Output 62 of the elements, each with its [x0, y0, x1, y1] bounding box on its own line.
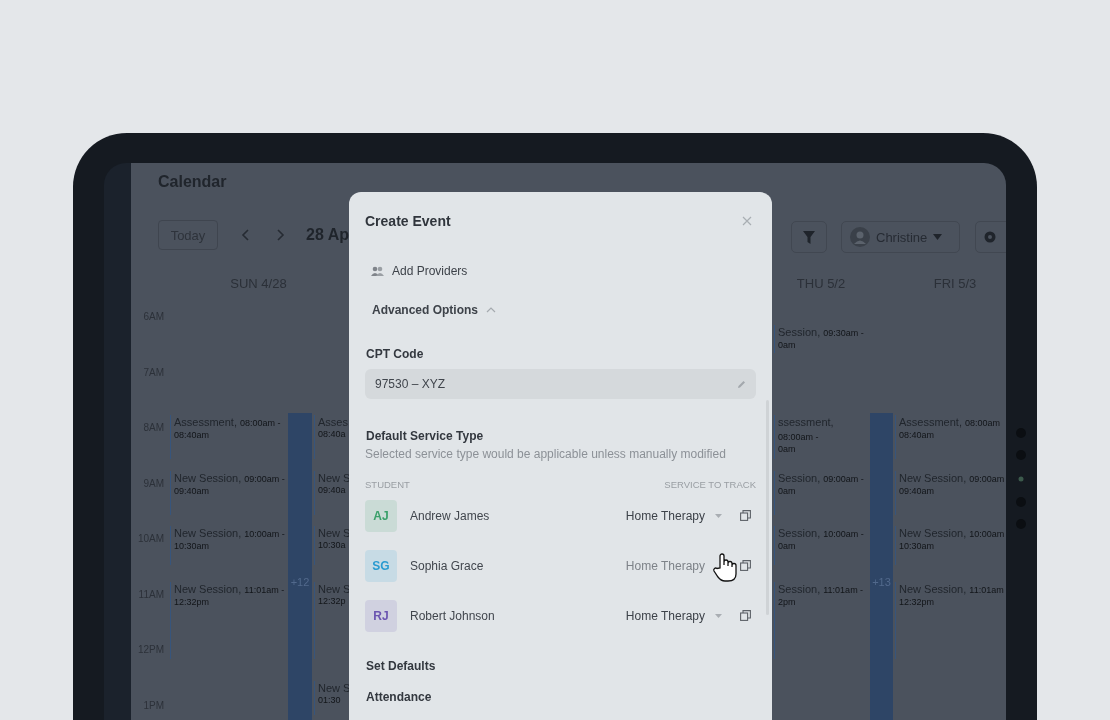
dialog-title: Create Event: [365, 213, 451, 229]
caret-icon: [715, 613, 722, 618]
section-title: Default Service Type: [366, 429, 485, 443]
event-end-time: 12:32p: [318, 595, 347, 607]
add-providers-link[interactable]: Add Providers: [392, 264, 468, 278]
event-time: 09:00am: [969, 473, 1005, 484]
event-time: 11:01am: [969, 584, 1004, 595]
copy-icon[interactable]: [740, 610, 751, 621]
event-end-time: 08:40am: [899, 430, 936, 441]
field-label: CPT Code: [366, 347, 425, 361]
event-time: 08:00am -: [240, 418, 281, 428]
people-icon: [371, 266, 384, 276]
previous-icon[interactable]: [240, 228, 252, 242]
close-icon[interactable]: [742, 216, 752, 226]
avatar-icon: [850, 227, 870, 247]
event-time: 08:00am -: [778, 432, 819, 442]
section-title: Attendance: [366, 690, 433, 704]
student-name: Robert Johnson: [410, 608, 496, 623]
event-time: 11:01am -: [244, 584, 285, 595]
copy-icon[interactable]: [740, 560, 751, 571]
service-dropdown[interactable]: Home Therapy: [625, 508, 722, 523]
event-time: 09:00am -: [244, 473, 285, 484]
initials-avatar: SG: [365, 549, 397, 582]
event-end-time: 10:30a: [318, 540, 347, 551]
student-name: Sophia Grace: [410, 558, 485, 573]
service-dropdown[interactable]: Home Therapy: [625, 558, 722, 573]
pencil-icon: [737, 379, 746, 389]
event-end-time: 09:40a: [318, 484, 347, 496]
initials-avatar: AJ: [365, 499, 397, 532]
event-time: 09:30am -: [823, 328, 864, 339]
event-time: 09:00am -: [823, 473, 864, 484]
event-time: 10:00am -: [823, 529, 864, 539]
copy-icon[interactable]: [740, 510, 751, 521]
next-icon[interactable]: [274, 228, 286, 242]
column-header: SERVICE TO TRACK: [664, 479, 756, 490]
event-end-time: 12:32pm: [174, 596, 211, 608]
hand-cursor-icon: [712, 553, 738, 583]
section-title: Set Defaults: [366, 659, 437, 673]
event-time: 10:00am: [969, 529, 1005, 539]
settings-button[interactable]: [975, 221, 1006, 253]
section-hint: Selected service type would be applicable unless manually modified: [365, 447, 727, 461]
caret-icon: [715, 513, 722, 518]
event-end-time: 09:40am: [899, 485, 936, 497]
event-end-time: 12:32pm: [899, 596, 936, 608]
event-time: 08:00am: [965, 418, 1001, 428]
caret-icon: [933, 234, 943, 240]
event-end-time: 2pm: [778, 596, 797, 608]
service-dropdown[interactable]: Home Therapy: [625, 608, 722, 623]
event-end-time: 09:40am: [174, 485, 211, 497]
cpt-code-field[interactable]: 97530 – XYZ: [365, 369, 756, 399]
column-header: STUDENT: [365, 479, 410, 490]
initials-avatar: RJ: [365, 599, 397, 632]
event-time: 10:00am -: [244, 529, 285, 539]
advanced-options-toggle[interactable]: Advanced Options: [372, 303, 478, 317]
event-end-time: 01:30: [318, 695, 342, 707]
event-time: 11:01am -: [823, 584, 864, 595]
event-end-time: 08:40am: [174, 430, 211, 441]
filter-icon: [803, 230, 815, 244]
filter-button[interactable]: [791, 221, 827, 253]
student-name: Andrew James: [410, 508, 491, 523]
event-end-time: 10:30am: [899, 541, 936, 552]
event-end-time: 10:30am: [174, 541, 211, 552]
